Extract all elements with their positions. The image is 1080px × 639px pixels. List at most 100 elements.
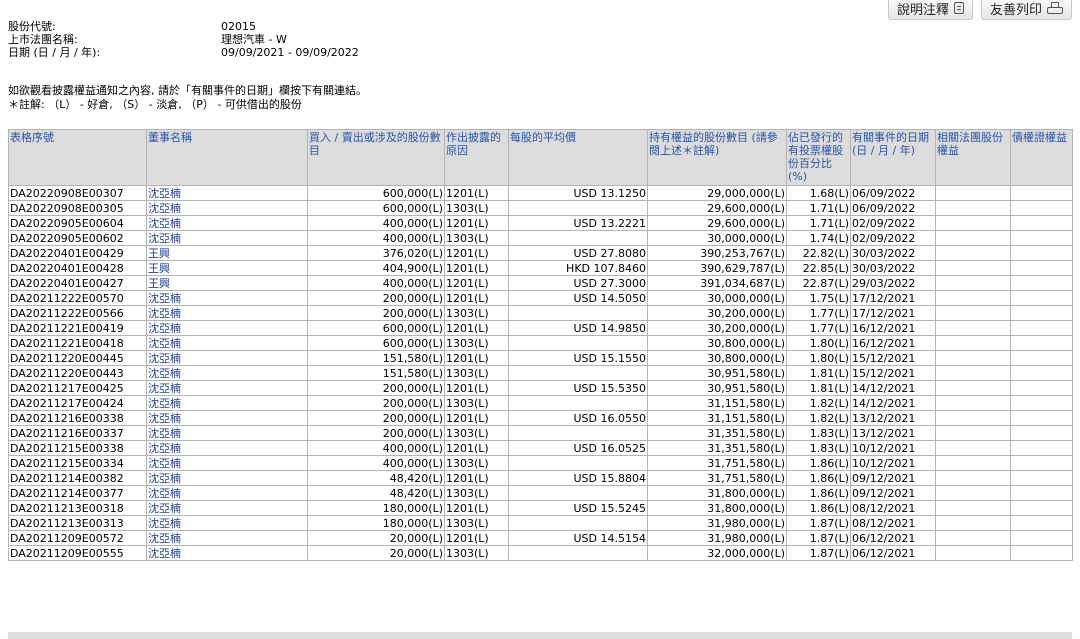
event-date-cell[interactable]: 08/12/2021 (850, 500, 936, 516)
form-serial-cell: DA20211222E00570 (8, 290, 147, 306)
percent-cell: 1.81(L) (786, 380, 851, 396)
reason-cell: 1303(L) (444, 200, 509, 216)
event-date-cell[interactable]: 09/12/2021 (850, 470, 936, 486)
shares-held-cell: 31,351,580(L) (647, 425, 787, 441)
explain-button[interactable]: 說明注釋 (887, 0, 973, 20)
debenture-cell (1010, 365, 1073, 381)
table-row: DA20211214E00382 沈亞楠 48,420(L) 1201(L) USD 1… (8, 470, 1073, 486)
percent-cell: 1.87(L) (786, 530, 851, 546)
event-date-cell[interactable]: 16/12/2021 (850, 320, 936, 336)
event-date-cell[interactable]: 06/09/2022 (850, 185, 936, 201)
shares-held-cell: 31,151,580(L) (647, 410, 787, 426)
table-row: DA20211217E00424 沈亞楠 200,000(L) 1303(L) 31,1… (8, 395, 1073, 411)
avg-price-cell (508, 515, 648, 531)
reason-cell: 1303(L) (444, 335, 509, 351)
debenture-cell (1010, 290, 1073, 306)
column-header: 債權證權益 (1010, 129, 1073, 186)
debenture-cell (1010, 485, 1073, 501)
reason-cell: 1303(L) (444, 305, 509, 321)
form-serial-cell: DA20220401E00427 (8, 275, 147, 291)
note-legend: ＊註解: （L） - 好倉, （S） - 淡倉, （P） - 可供借出的股份 (8, 98, 302, 111)
percent-cell: 1.83(L) (786, 425, 851, 441)
reason-cell: 1201(L) (444, 470, 509, 486)
event-date-cell[interactable]: 14/12/2021 (850, 380, 936, 396)
associated-corp-cell (935, 425, 1011, 441)
avg-price-cell: USD 14.5050 (508, 290, 648, 306)
event-date-cell[interactable]: 15/12/2021 (850, 365, 936, 381)
avg-price-cell: USD 14.5154 (508, 530, 648, 546)
shares-involved-cell: 400,000(L) (307, 440, 445, 456)
shares-involved-cell: 600,000(L) (307, 320, 445, 336)
percent-cell: 1.71(L) (786, 200, 851, 216)
percent-cell: 1.86(L) (786, 455, 851, 471)
event-date-cell[interactable]: 14/12/2021 (850, 395, 936, 411)
table-row: DA20211213E00318 沈亞楠 180,000(L) 1201(L) USD … (8, 500, 1073, 516)
debenture-cell (1010, 530, 1073, 546)
event-date-cell[interactable]: 13/12/2021 (850, 410, 936, 426)
debenture-cell (1010, 440, 1073, 456)
shares-held-cell: 31,151,580(L) (647, 395, 787, 411)
form-serial-cell: DA20211220E00445 (8, 350, 147, 366)
shares-held-cell: 29,000,000(L) (647, 185, 787, 201)
shares-involved-cell: 404,900(L) (307, 260, 445, 276)
event-date-cell[interactable]: 15/12/2021 (850, 350, 936, 366)
reason-cell: 1201(L) (444, 320, 509, 336)
avg-price-cell: USD 16.0550 (508, 410, 648, 426)
event-date-cell[interactable]: 13/12/2021 (850, 425, 936, 441)
director-name-cell: 沈亞楠 (146, 395, 308, 411)
event-date-cell[interactable]: 16/12/2021 (850, 335, 936, 351)
stock-info: 股份代號: 02015 上市法團名稱: 理想汽車 - W 日期 (日 / 月 /… (8, 20, 359, 59)
event-date-cell[interactable]: 10/12/2021 (850, 440, 936, 456)
print-button[interactable]: 友善列印 (980, 0, 1072, 20)
event-date-cell[interactable]: 30/03/2022 (850, 245, 936, 261)
event-date-cell[interactable]: 30/03/2022 (850, 260, 936, 276)
event-date-cell[interactable]: 06/09/2022 (850, 200, 936, 216)
event-date-cell[interactable]: 06/12/2021 (850, 530, 936, 546)
reason-cell: 1201(L) (444, 380, 509, 396)
director-name-cell: 沈亞楠 (146, 380, 308, 396)
event-date-cell[interactable]: 02/09/2022 (850, 215, 936, 231)
avg-price-cell (508, 485, 648, 501)
column-header: 每股的平均價 (508, 129, 648, 186)
event-date-cell[interactable]: 02/09/2022 (850, 230, 936, 246)
reason-cell: 1201(L) (444, 290, 509, 306)
debenture-cell (1010, 500, 1073, 516)
shares-held-cell: 31,751,580(L) (647, 455, 787, 471)
event-date-cell[interactable]: 17/12/2021 (850, 290, 936, 306)
shares-held-cell: 29,600,000(L) (647, 215, 787, 231)
event-date-cell[interactable]: 29/03/2022 (850, 275, 936, 291)
form-serial-cell: DA20220401E00429 (8, 245, 147, 261)
avg-price-cell (508, 230, 648, 246)
table-row: DA20220401E00428 王興 404,900(L) 1201(L) HKD 1… (8, 260, 1073, 276)
debenture-cell (1010, 545, 1073, 561)
print-label: 友善列印 (989, 2, 1042, 18)
director-name-cell: 沈亞楠 (146, 515, 308, 531)
associated-corp-cell (935, 215, 1011, 231)
shares-involved-cell: 200,000(L) (307, 290, 445, 306)
form-serial-cell: DA20211217E00424 (8, 395, 147, 411)
percent-cell: 22.85(L) (786, 260, 851, 276)
event-date-cell[interactable]: 17/12/2021 (850, 305, 936, 321)
associated-corp-cell (935, 200, 1011, 216)
shares-involved-cell: 48,420(L) (307, 470, 445, 486)
associated-corp-cell (935, 350, 1011, 366)
event-date-cell[interactable]: 08/12/2021 (850, 515, 936, 531)
shares-involved-cell: 20,000(L) (307, 545, 445, 561)
table-row: DA20220908E00305 沈亞楠 600,000(L) 1303(L) 29,6… (8, 200, 1073, 216)
reason-cell: 1303(L) (444, 365, 509, 381)
associated-corp-cell (935, 440, 1011, 456)
event-date-cell[interactable]: 06/12/2021 (850, 545, 936, 561)
reason-cell: 1303(L) (444, 545, 509, 561)
event-date-cell[interactable]: 10/12/2021 (850, 455, 936, 471)
director-name-cell: 王興 (146, 275, 308, 291)
avg-price-cell (508, 425, 648, 441)
date-range-value: 09/09/2021 - 09/09/2022 (221, 46, 359, 59)
table-row: DA20211220E00443 沈亞楠 151,580(L) 1303(L) 30,9… (8, 365, 1073, 381)
table-row: DA20220905E00604 沈亞楠 400,000(L) 1201(L) USD … (8, 215, 1073, 231)
reason-cell: 1303(L) (444, 455, 509, 471)
form-serial-cell: DA20220905E00602 (8, 230, 147, 246)
event-date-cell[interactable]: 09/12/2021 (850, 485, 936, 501)
director-name-cell: 沈亞楠 (146, 470, 308, 486)
table-row: DA20211214E00377 沈亞楠 48,420(L) 1303(L) 31,80… (8, 485, 1073, 501)
shares-involved-cell: 600,000(L) (307, 335, 445, 351)
